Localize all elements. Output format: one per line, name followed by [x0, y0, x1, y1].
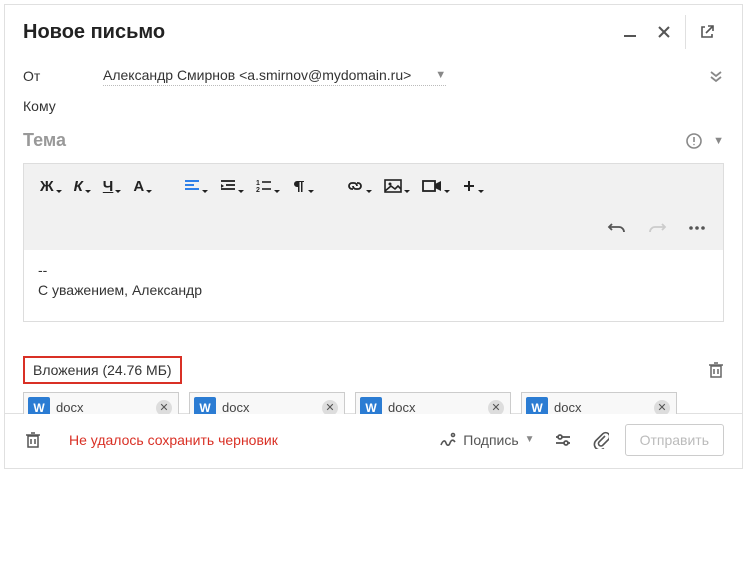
- subject-row: Тема ▼: [5, 120, 742, 163]
- indent-button[interactable]: [216, 174, 248, 198]
- font-button[interactable]: A: [129, 174, 156, 198]
- word-doc-icon: W: [526, 397, 548, 414]
- attach-button[interactable]: [587, 426, 615, 454]
- link-button[interactable]: [342, 174, 376, 198]
- video-button[interactable]: [418, 174, 454, 198]
- close-button[interactable]: [647, 15, 681, 49]
- priority-icon[interactable]: [685, 132, 703, 150]
- settings-button[interactable]: [549, 426, 577, 454]
- underline-button[interactable]: Ч: [99, 174, 126, 198]
- to-label: Кому: [23, 98, 103, 114]
- compose-title: Новое письмо: [23, 21, 613, 44]
- image-button[interactable]: [380, 174, 414, 198]
- bold-button[interactable]: Ж: [36, 174, 66, 198]
- compose-header: Новое письмо: [5, 5, 742, 59]
- editor-actions: [24, 208, 723, 250]
- format-toolbar: Ж К Ч A 12: [24, 164, 723, 208]
- attachments-list: W docx ✕W docx ✕W docx ✕W docx ✕: [5, 392, 742, 414]
- attachments-header: Вложения (24.76 МБ): [5, 322, 742, 392]
- attachment-filename: docx: [554, 400, 648, 414]
- send-button[interactable]: Отправить: [625, 424, 724, 456]
- caret-down-icon: ▼: [435, 69, 446, 81]
- attachment-filename: docx: [222, 400, 316, 414]
- from-value-text: Александр Смирнов <a.smirnov@mydomain.ru…: [103, 67, 411, 83]
- signature-dropdown[interactable]: Подпись ▼: [435, 428, 538, 452]
- signature-separator: --: [38, 260, 709, 280]
- discard-button[interactable]: [19, 426, 47, 454]
- caret-down-icon: ▼: [525, 434, 535, 445]
- from-row: От Александр Смирнов <a.smirnov@mydomain…: [5, 59, 742, 92]
- word-doc-icon: W: [360, 397, 382, 414]
- word-doc-icon: W: [194, 397, 216, 414]
- popout-button[interactable]: [690, 15, 724, 49]
- remove-attachment-button[interactable]: ✕: [488, 400, 504, 414]
- minimize-button[interactable]: [613, 15, 647, 49]
- expand-recipients-button[interactable]: [708, 68, 724, 84]
- attachment-item[interactable]: W docx ✕: [189, 392, 345, 414]
- from-dropdown[interactable]: Александр Смирнов <a.smirnov@mydomain.ru…: [103, 65, 446, 86]
- attachment-filename: docx: [388, 400, 482, 414]
- undo-button[interactable]: [603, 216, 631, 240]
- from-label: От: [23, 68, 103, 84]
- redo-button[interactable]: [643, 216, 671, 240]
- attachment-item[interactable]: W docx ✕: [521, 392, 677, 414]
- svg-text:2: 2: [256, 187, 260, 193]
- compose-window: Новое письмо От Александр Смирнов <a.smi…: [4, 4, 743, 469]
- signature-dropdown-label: Подпись: [463, 432, 518, 448]
- compose-footer: Не удалось сохранить черновик Подпись ▼ …: [5, 414, 742, 468]
- more-options-button[interactable]: [683, 216, 711, 240]
- draft-error-message: Не удалось сохранить черновик: [69, 432, 278, 448]
- remove-attachment-button[interactable]: ✕: [156, 400, 172, 414]
- remove-attachment-button[interactable]: ✕: [322, 400, 338, 414]
- subject-input[interactable]: Тема: [23, 130, 685, 151]
- insert-more-button[interactable]: [458, 174, 488, 198]
- align-left-button[interactable]: [180, 174, 212, 198]
- to-row[interactable]: Кому: [5, 92, 742, 120]
- paragraph-button[interactable]: [288, 174, 318, 198]
- attachment-item[interactable]: W docx ✕: [355, 392, 511, 414]
- word-doc-icon: W: [28, 397, 50, 414]
- message-body[interactable]: -- С уважением, Александр: [24, 250, 723, 321]
- svg-text:1: 1: [256, 180, 260, 187]
- italic-button[interactable]: К: [70, 174, 95, 198]
- signature-text: С уважением, Александр: [38, 280, 709, 300]
- delete-all-attachments-button[interactable]: [708, 361, 724, 379]
- subject-more-caret[interactable]: ▼: [713, 135, 724, 147]
- header-divider: [685, 15, 686, 49]
- remove-attachment-button[interactable]: ✕: [654, 400, 670, 414]
- signature-icon: [439, 432, 457, 448]
- editor: Ж К Ч A 12: [23, 163, 724, 322]
- attachment-item[interactable]: W docx ✕: [23, 392, 179, 414]
- list-button[interactable]: 12: [252, 174, 284, 198]
- attachment-filename: docx: [56, 400, 150, 414]
- attachments-label: Вложения (24.76 МБ): [23, 356, 182, 384]
